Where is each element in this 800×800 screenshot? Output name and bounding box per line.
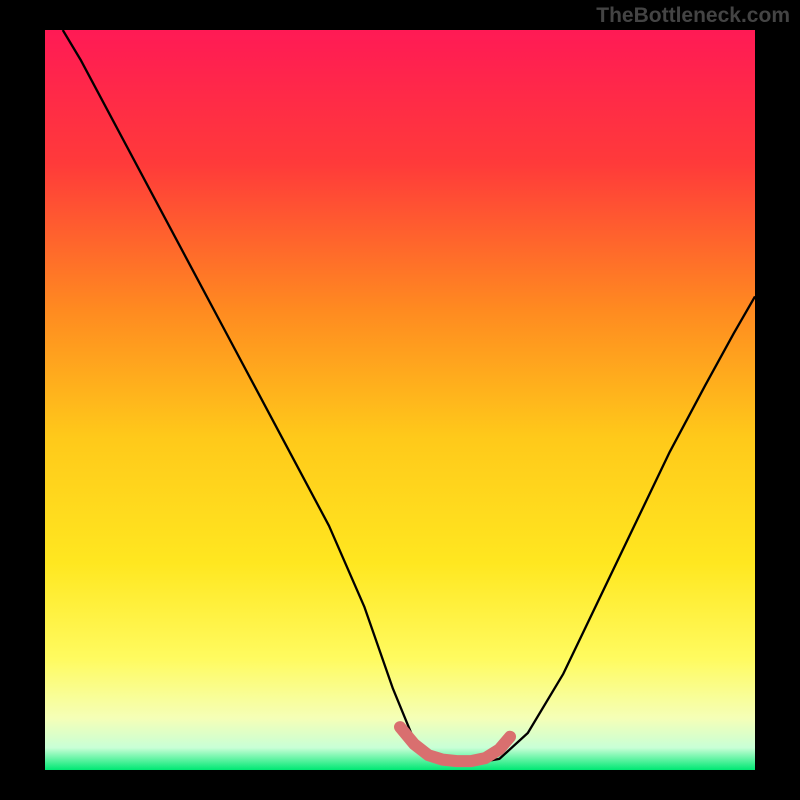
chart-container: TheBottleneck.com <box>0 0 800 800</box>
chart-svg <box>45 30 755 770</box>
attribution-text: TheBottleneck.com <box>596 4 790 28</box>
gradient-background <box>45 30 755 770</box>
plot-area <box>45 30 755 770</box>
